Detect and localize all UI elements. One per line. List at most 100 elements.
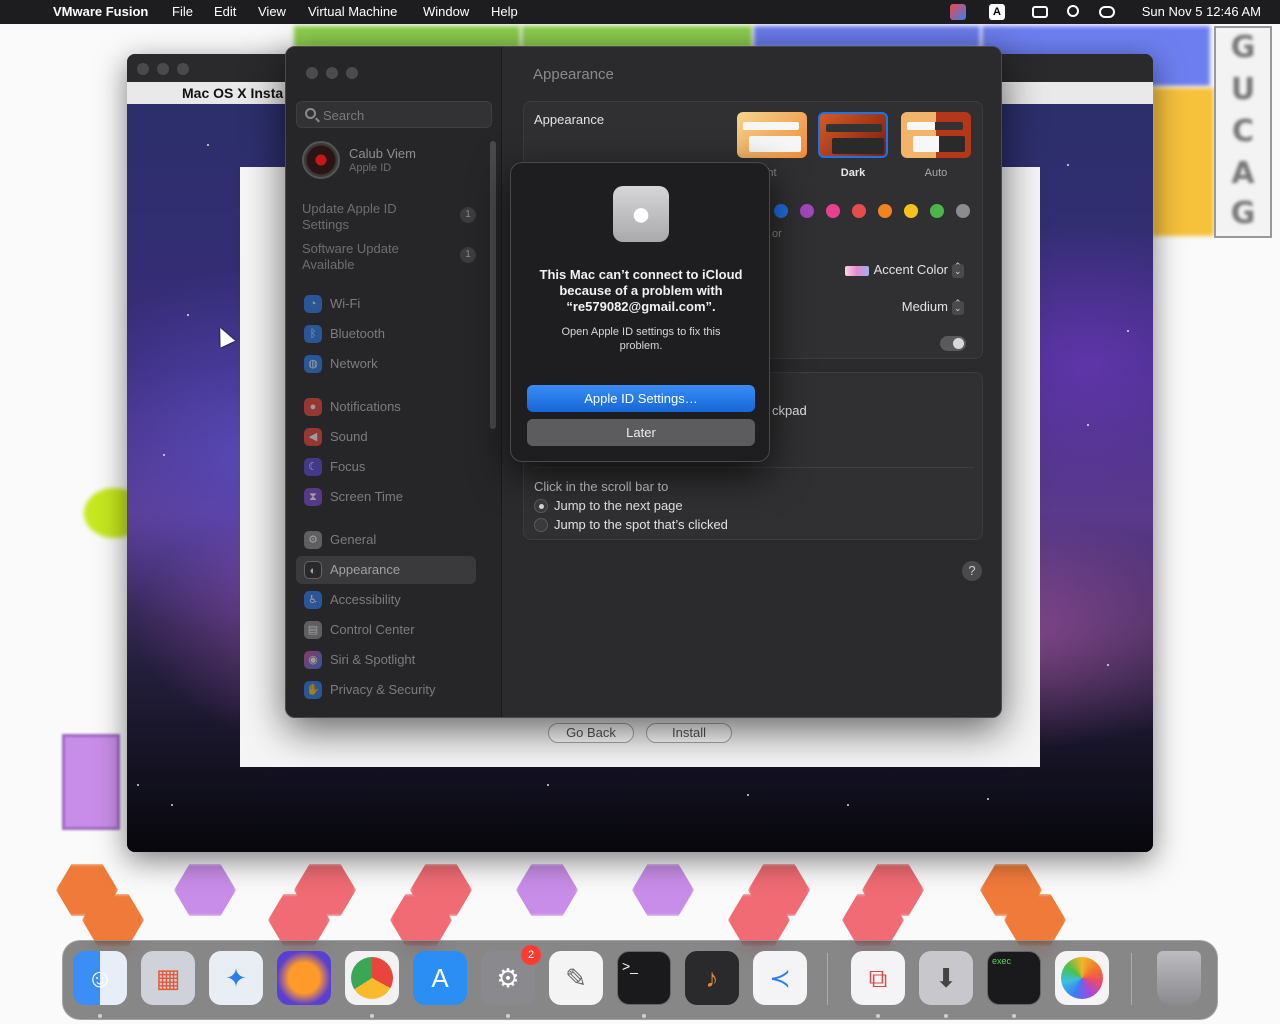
icloud-alert-dialog: ● This Mac can’t connect to iCloud becau… [510,162,770,462]
sidebar-icon-size-popup[interactable]: Medium [902,298,964,315]
vmware-fusion-icon[interactable]: ⧉ [851,951,905,1005]
appearance-dark-label: Dark [840,167,866,179]
app-store-icon[interactable]: A [413,951,467,1005]
go-back-button[interactable]: Go Back [548,723,634,743]
bg-cell [1152,88,1214,236]
thumb-window-bar [826,124,882,132]
apple-id-account[interactable]: Calub Viem Apple ID [302,141,492,181]
control-center-icon[interactable] [1099,6,1115,18]
menu-clock[interactable]: Sun Nov 5 12:46 AM [1142,4,1261,19]
dock-separator [1131,953,1132,1005]
thumb-window [913,136,965,152]
running-indicator [1012,1014,1016,1018]
star [1067,164,1069,166]
sidebar-item-siri-spotlight[interactable]: ◉ Siri & Spotlight [296,646,476,674]
globe-icon: ◍ [304,355,322,373]
help-button[interactable]: ? [962,561,982,581]
vmware-status-icon[interactable] [950,4,966,20]
menu-edit[interactable]: Edit [214,4,236,19]
accent-swatch-graphite[interactable] [956,204,970,218]
highlight-color-popup[interactable]: Accent Color [844,261,964,278]
install-button[interactable]: Install [646,723,732,743]
accent-color-chip [844,265,869,276]
exec-icon[interactable]: exec [987,951,1041,1005]
firefox-icon[interactable] [277,951,331,1005]
menu-virtual-machine[interactable]: Virtual Machine [308,4,397,19]
menu-app-name[interactable]: VMware Fusion [53,4,148,19]
sidebar-item-screen-time[interactable]: ⧗ Screen Time [296,483,476,511]
settings-sidebar: Search Calub Viem Apple ID Update Apple … [286,47,502,717]
guest-menu-title[interactable]: Mac OS X Insta [182,85,283,101]
system-settings-icon[interactable]: ⚙ 2 [481,945,541,1005]
input-source-icon[interactable]: A [989,4,1005,20]
window-controls[interactable] [137,63,189,75]
menu-file[interactable]: File [172,4,193,19]
sidebar-item-sound[interactable]: ◀ Sound [296,423,476,451]
accent-swatch-pink[interactable] [826,204,840,218]
sidebar-item-wifi[interactable]: ◔ Wi-Fi [296,290,476,318]
safari-icon[interactable]: ✦ [209,951,263,1005]
minimize-button[interactable] [157,63,169,75]
avatar [302,141,340,179]
sidebar-item-network[interactable]: ◍ Network [296,350,476,378]
appearance-icon: ◐ [304,561,322,579]
account-subtitle: Apple ID [349,162,392,174]
sidebar-item-notifications[interactable]: ● Notifications [296,393,476,421]
radio-jump-to-spot[interactable] [534,518,548,532]
sidebar-item-appearance[interactable]: ◐ Appearance [296,556,476,584]
menu-view[interactable]: View [258,4,286,19]
appearance-auto-label: Auto [924,167,948,179]
sidebar-item-accessibility[interactable]: ♿ Accessibility [296,586,476,614]
window-controls[interactable] [306,67,358,79]
radio-jump-next-page[interactable] [534,499,548,513]
control-center-icon: ▤ [304,621,322,639]
photos-icon[interactable] [1055,951,1109,1005]
appearance-auto-thumb[interactable] [901,112,971,158]
accent-swatch-red[interactable] [852,204,866,218]
search-icon[interactable] [1067,5,1079,17]
vscode-icon[interactable]: ≺ [753,951,807,1005]
trash-icon[interactable] [1157,951,1201,1005]
sidebar-item-bluetooth[interactable]: ᛒ Bluetooth [296,320,476,348]
appearance-dark-thumb[interactable] [818,112,888,158]
accent-swatch-green[interactable] [930,204,944,218]
thumb-window [832,138,884,154]
minimize-button[interactable] [326,67,338,79]
zoom-button[interactable] [177,63,189,75]
garageband-icon[interactable]: ♪ [685,951,739,1005]
sidebar-item-control-center[interactable]: ▤ Control Center [296,616,476,644]
sidebar-item-general[interactable]: ⚙ General [296,526,476,554]
menu-help[interactable]: Help [491,4,518,19]
terminal-icon[interactable]: >_ [617,951,671,1005]
screen-mirroring-icon[interactable] [1032,6,1048,18]
zoom-button[interactable] [346,67,358,79]
later-button[interactable]: Later [527,419,755,446]
apple-id-settings-button[interactable]: Apple ID Settings… [527,385,755,412]
star [747,794,749,796]
notice-software-update[interactable]: Software Update Available 1 [302,241,482,273]
sidebar-item-focus[interactable]: ☾ Focus [296,453,476,481]
search-input[interactable]: Search [296,101,492,128]
accent-swatch-purple[interactable] [800,204,814,218]
appearance-light-thumb[interactable] [737,112,807,158]
wallpaper-tinting-toggle[interactable] [940,336,966,351]
finder-icon[interactable]: ☺ [73,951,127,1005]
close-button[interactable] [137,63,149,75]
chrome-icon[interactable] [345,951,399,1005]
alert-title: This Mac can’t connect to iCloud because… [539,267,743,314]
close-button[interactable] [306,67,318,79]
menu-window[interactable]: Window [423,4,469,19]
bell-icon: ● [304,398,322,416]
bg-hex [516,864,578,916]
accent-swatch-blue[interactable] [774,204,788,218]
installer-icon[interactable]: ⬇ [919,951,973,1005]
accent-swatch-yellow[interactable] [904,204,918,218]
textedit-icon[interactable]: ✎ [549,951,603,1005]
accent-swatch-orange[interactable] [878,204,892,218]
star [187,314,189,316]
launchpad-icon[interactable]: ▦ [141,951,195,1005]
notice-update-apple-id[interactable]: Update Apple ID Settings 1 [302,201,482,233]
sidebar-scrollbar[interactable] [490,141,496,429]
sidebar-item-privacy-security[interactable]: ✋ Privacy & Security [296,676,476,704]
wifi-icon: ◔ [304,295,322,313]
